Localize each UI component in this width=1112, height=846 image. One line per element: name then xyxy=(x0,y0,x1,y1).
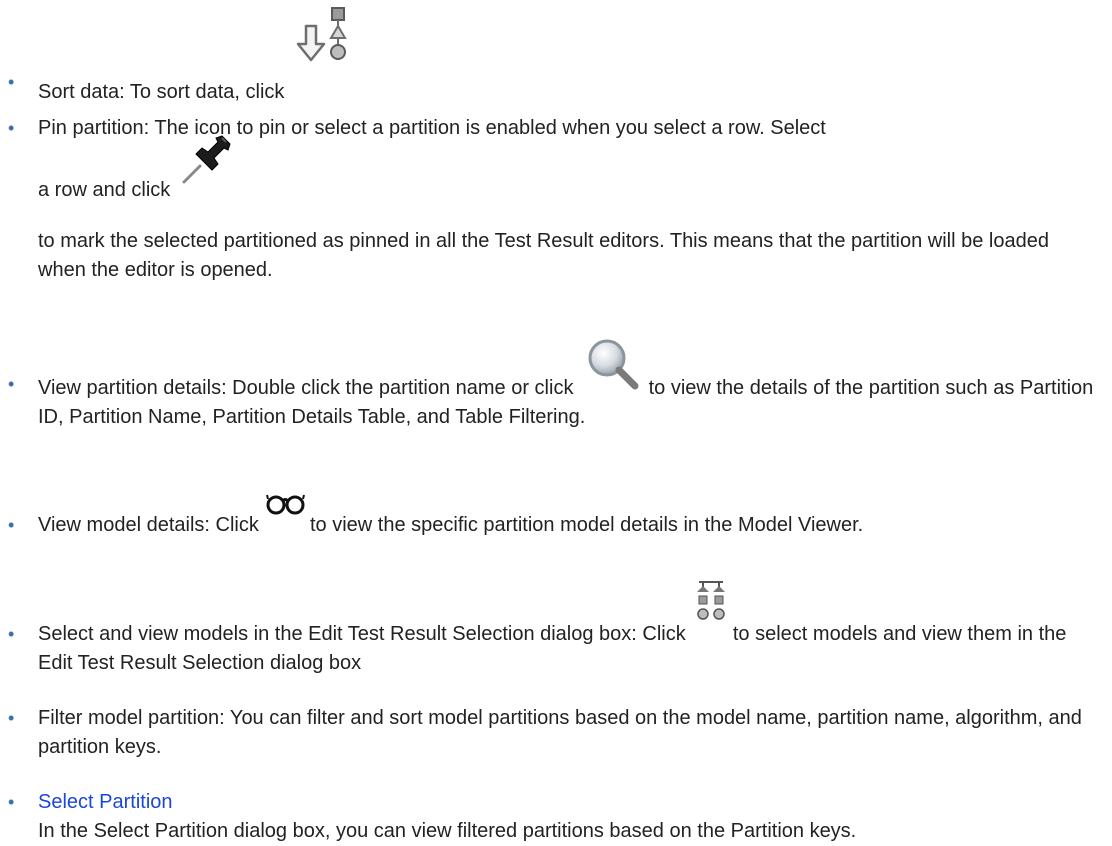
pushpin-icon[interactable] xyxy=(176,135,232,196)
list-item-view-model-details: • View model details: Click to view the … xyxy=(8,494,1096,540)
select-view-before-text: Select and view models in the Edit Test … xyxy=(38,623,686,645)
bullet: • xyxy=(8,708,15,728)
bullet: • xyxy=(8,624,15,644)
model-selection-icon[interactable] xyxy=(691,581,727,640)
bullet: • xyxy=(8,374,15,394)
list-item-select-view-models: • Select and view models in the Edit Tes… xyxy=(8,581,1096,678)
view-model-after-text: to view the specific partition model det… xyxy=(309,514,864,536)
bullet: • xyxy=(8,792,15,812)
pin-partition-line2: a row and click xyxy=(38,179,171,201)
pin-partition-description: to mark the selected partitioned as pinn… xyxy=(38,230,1049,281)
magnifier-icon[interactable] xyxy=(579,339,643,394)
view-model-before-text: View model details: Click xyxy=(38,514,259,536)
select-partition-description: In the Select Partition dialog box, you … xyxy=(38,820,857,842)
list-item-filter-model-partition: • Filter model partition: You can filter… xyxy=(8,704,1096,762)
bullet: • xyxy=(8,118,15,138)
filter-model-text: Filter model partition: You can filter a… xyxy=(38,707,1082,758)
list-item-pin-partition: • Pin partition: The icon to pin or sele… xyxy=(8,114,1096,285)
glasses-icon[interactable] xyxy=(264,494,306,531)
sort-data-text: Sort data: To sort data, click xyxy=(38,81,285,103)
bullet: • xyxy=(8,515,15,535)
sort-icon[interactable] xyxy=(290,7,354,98)
bullet: • xyxy=(8,72,15,92)
list-item-sort-data: • Sort data: To sort data, click xyxy=(8,7,1096,107)
list-item-view-partition-details: • View partition details: Double click t… xyxy=(8,339,1096,432)
select-partition-link[interactable]: Select Partition xyxy=(38,788,1096,817)
view-partition-before-text: View partition details: Double click the… xyxy=(38,377,574,399)
list-item-select-partition: • Select Partition In the Select Partiti… xyxy=(8,788,1096,846)
